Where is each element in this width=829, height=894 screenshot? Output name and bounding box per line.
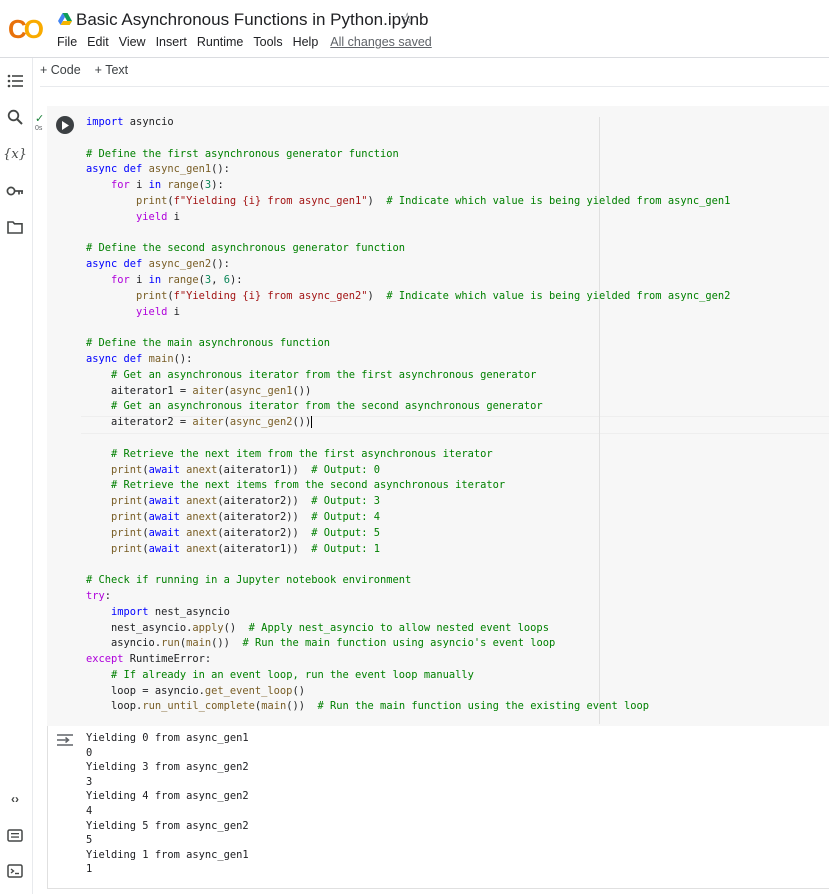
variables-icon[interactable]: {x} [3,145,27,163]
menu-tools[interactable]: Tools [253,35,282,49]
toolbar-divider [40,86,829,87]
menu-help[interactable]: Help [293,35,319,49]
run-cell-button[interactable] [56,116,74,134]
search-icon[interactable] [6,108,24,126]
menu-file[interactable]: File [57,35,77,49]
save-status-link[interactable]: All changes saved [330,35,431,49]
code-brackets-icon[interactable]: ‹› [6,790,24,808]
toolbar: + Code + Text [40,63,128,77]
keyboard-icon[interactable] [6,826,24,844]
colab-logo[interactable]: CO [8,14,44,45]
notebook-title[interactable]: Basic Asynchronous Functions in Python.i… [76,10,428,30]
menu-view[interactable]: View [119,35,146,49]
menu-runtime[interactable]: Runtime [197,35,244,49]
add-text-button[interactable]: + Text [95,63,128,77]
terminal-icon[interactable] [6,862,24,880]
key-icon[interactable] [6,182,24,200]
folder-icon[interactable] [6,218,24,236]
google-drive-icon[interactable] [58,12,72,26]
add-code-button[interactable]: + Code [40,63,81,77]
menu-insert[interactable]: Insert [156,35,187,49]
code-editor-text[interactable]: import asyncio # Define the first asynch… [86,115,730,715]
menu-bar: File Edit View Insert Runtime Tools Help… [57,35,432,49]
header-divider [0,57,829,58]
cell-bottom-border [47,888,829,889]
play-icon [62,120,69,130]
star-icon[interactable]: ☆ [400,9,414,29]
side-rail-divider [32,58,33,894]
execution-time: 0s [35,125,43,132]
output-toggle-icon[interactable] [56,733,74,747]
cell-output: Yielding 0 from async_gen1 0 Yielding 3 … [86,732,249,876]
table-of-contents-icon[interactable] [6,72,24,90]
execution-success-icon: ✓ [35,113,45,125]
menu-edit[interactable]: Edit [87,35,109,49]
